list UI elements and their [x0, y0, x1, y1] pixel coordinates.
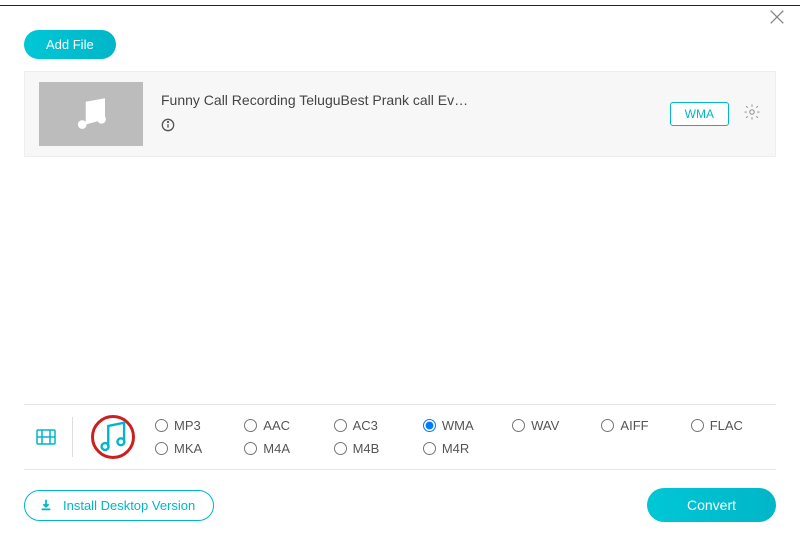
format-radio[interactable] [155, 442, 168, 455]
format-option-mka[interactable]: MKA [155, 441, 240, 456]
install-desktop-button[interactable]: Install Desktop Version [24, 490, 214, 521]
format-option-mp3[interactable]: MP3 [155, 418, 240, 433]
music-note-icon [94, 418, 132, 456]
format-radio[interactable] [512, 419, 525, 432]
format-option-aiff[interactable]: AIFF [601, 418, 686, 433]
convert-button[interactable]: Convert [647, 488, 776, 522]
file-item: Funny Call Recording TeluguBest Prank ca… [24, 71, 776, 157]
format-radio[interactable] [244, 442, 257, 455]
format-option-m4a[interactable]: M4A [244, 441, 329, 456]
format-label: M4R [442, 441, 469, 456]
format-radio[interactable] [691, 419, 704, 432]
format-label: AC3 [353, 418, 378, 433]
format-label: M4B [353, 441, 380, 456]
settings-gear-icon[interactable] [743, 103, 761, 126]
format-badge[interactable]: WMA [670, 102, 729, 126]
close-button[interactable] [768, 8, 786, 31]
install-label: Install Desktop Version [63, 498, 195, 513]
format-radio[interactable] [601, 419, 614, 432]
format-label: AIFF [620, 418, 648, 433]
download-icon [39, 498, 53, 512]
format-label: M4A [263, 441, 290, 456]
format-option-m4b[interactable]: M4B [334, 441, 419, 456]
format-option-m4r[interactable]: M4R [423, 441, 508, 456]
file-thumbnail [39, 82, 143, 146]
format-selector: MP3 AAC AC3 WMA WAV AIFF FLAC MKA M4A M4B M4R [24, 404, 776, 470]
format-option-ac3[interactable]: AC3 [334, 418, 419, 433]
info-icon[interactable] [161, 118, 670, 137]
format-radio[interactable] [334, 442, 347, 455]
format-label: MKA [174, 441, 202, 456]
format-label: FLAC [710, 418, 743, 433]
format-option-flac[interactable]: FLAC [691, 418, 776, 433]
format-label: WAV [531, 418, 559, 433]
format-label: AAC [263, 418, 290, 433]
format-radio[interactable] [244, 419, 257, 432]
format-option-wma[interactable]: WMA [423, 418, 508, 433]
audio-tab-highlighted[interactable] [91, 415, 135, 459]
format-option-aac[interactable]: AAC [244, 418, 329, 433]
format-radio[interactable] [155, 419, 168, 432]
add-file-button[interactable]: Add File [24, 30, 116, 59]
video-tab-icon[interactable] [24, 425, 68, 449]
separator [72, 417, 73, 457]
format-radio[interactable] [423, 419, 436, 432]
music-note-icon [70, 93, 112, 135]
format-radio[interactable] [423, 442, 436, 455]
format-option-wav[interactable]: WAV [512, 418, 597, 433]
file-title: Funny Call Recording TeluguBest Prank ca… [161, 92, 481, 108]
format-label: WMA [442, 418, 474, 433]
format-label: MP3 [174, 418, 201, 433]
format-radio[interactable] [334, 419, 347, 432]
